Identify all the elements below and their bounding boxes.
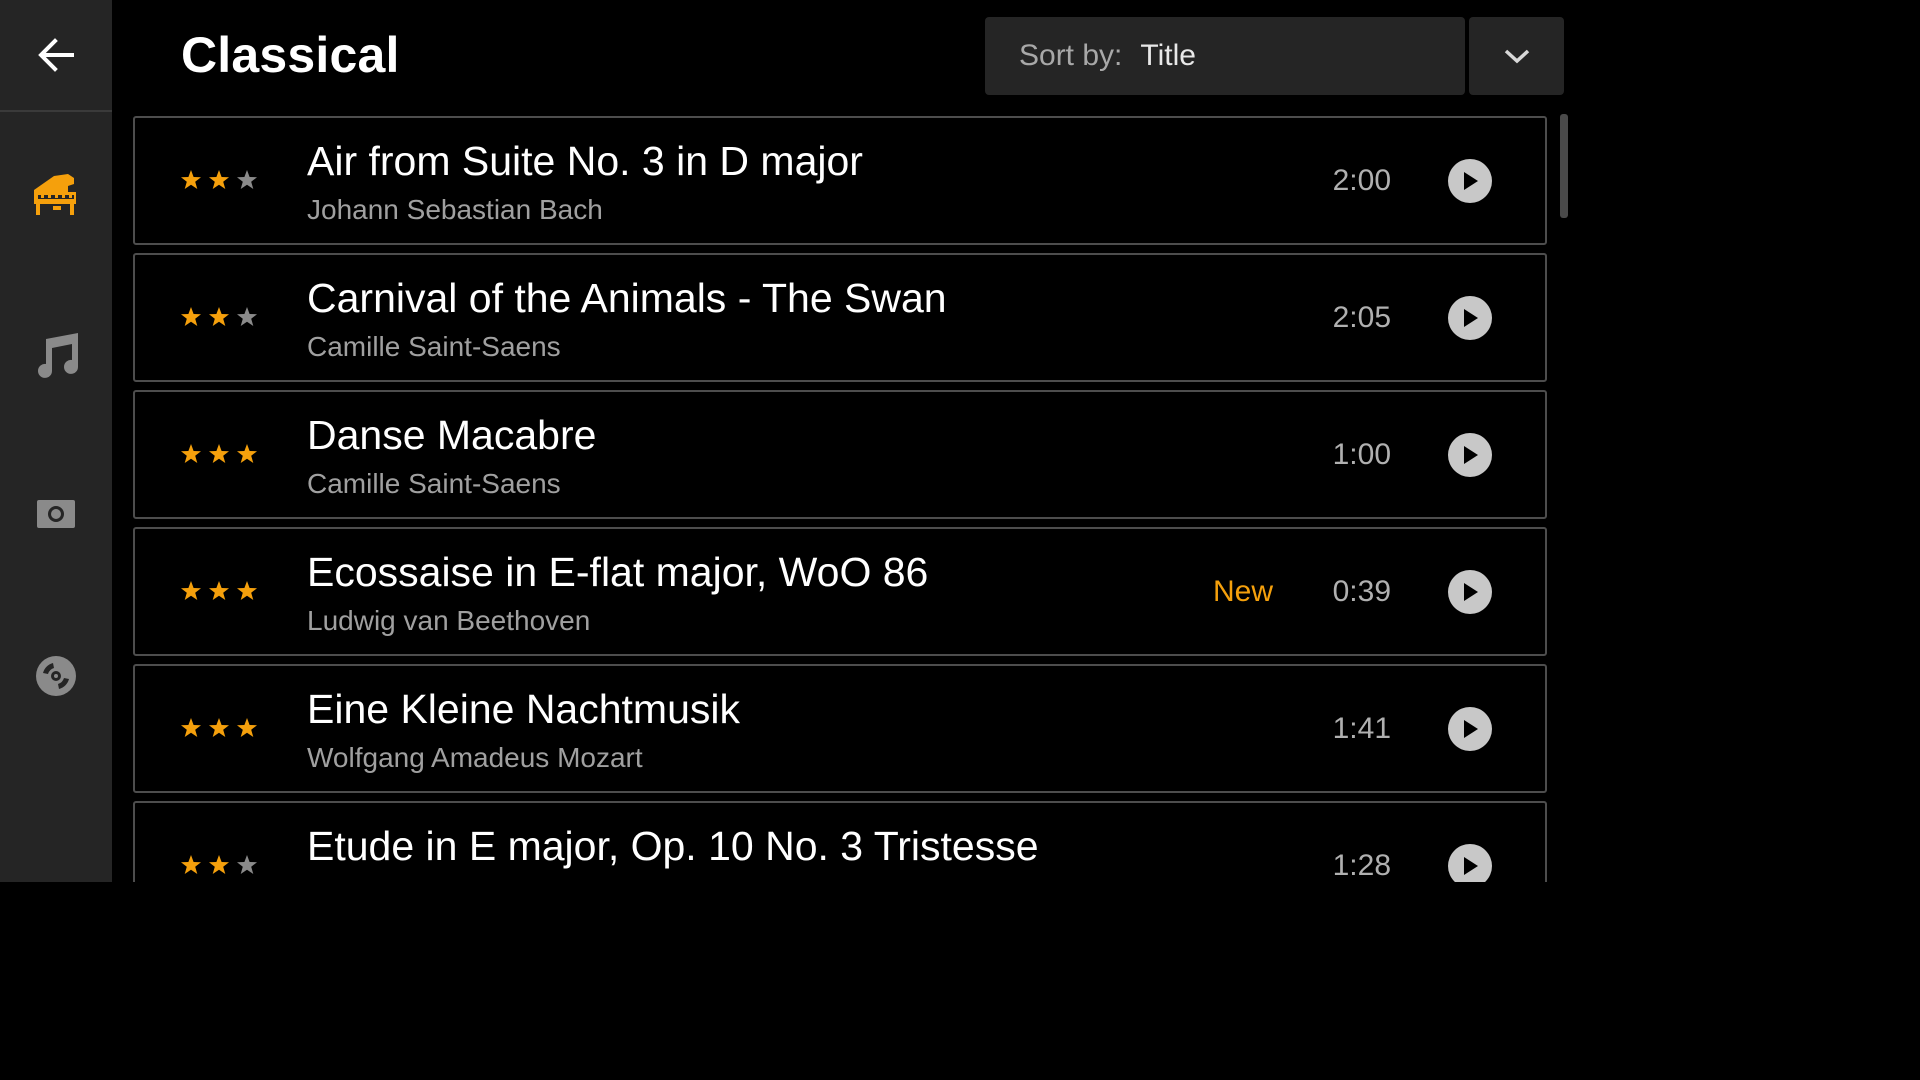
rating-stars — [179, 442, 259, 466]
track-artist: Ludwig van Beethoven — [307, 605, 591, 636]
star-filled-icon — [209, 307, 229, 326]
disc-icon — [36, 656, 76, 696]
track-row[interactable]: Ecossaise in E-flat major, WoO 86 Ludwig … — [133, 527, 1547, 656]
track-title: Eine Kleine Nachtmusik — [307, 686, 740, 732]
track-duration: 1:00 — [1332, 438, 1391, 471]
rating-stars — [179, 716, 259, 740]
track-duration: 1:41 — [1332, 712, 1391, 745]
rating-stars — [179, 168, 259, 192]
play-icon — [1464, 446, 1478, 464]
piano-icon — [34, 174, 76, 215]
chevron-down-icon — [1504, 49, 1529, 64]
rating-stars — [179, 853, 259, 877]
play-icon — [1464, 583, 1478, 601]
play-button[interactable] — [1448, 296, 1492, 340]
play-button[interactable] — [1448, 844, 1492, 882]
sort-dropdown-button[interactable] — [1469, 17, 1564, 95]
track-artist: Johann Sebastian Bach — [307, 194, 603, 225]
star-empty-icon — [237, 170, 257, 189]
star-filled-icon — [237, 444, 257, 463]
star-filled-icon — [181, 581, 201, 600]
star-filled-icon — [209, 170, 229, 189]
star-filled-icon — [237, 581, 257, 600]
play-icon — [1464, 720, 1478, 738]
sort-value: Title — [1140, 39, 1196, 72]
track-row[interactable]: Danse Macabre Camille Saint-Saens 1:00 — [133, 390, 1547, 519]
track-row[interactable]: Eine Kleine Nachtmusik Wolfgang Amadeus M… — [133, 664, 1547, 793]
play-icon — [1464, 172, 1478, 190]
track-artist: Camille Saint-Saens — [307, 468, 561, 499]
star-filled-icon — [181, 718, 201, 737]
star-filled-icon — [181, 170, 201, 189]
play-button[interactable] — [1448, 159, 1492, 203]
track-duration: 1:28 — [1332, 849, 1391, 882]
star-filled-icon — [181, 855, 201, 874]
music-app: Classical Sort by: Title Air from Suite … — [0, 0, 1568, 882]
star-filled-icon — [209, 581, 229, 600]
rating-stars — [179, 305, 259, 329]
star-empty-icon — [237, 307, 257, 326]
camera-icon — [37, 500, 75, 528]
track-title: Air from Suite No. 3 in D major — [307, 138, 863, 184]
track-row[interactable]: Carnival of the Animals - The Swan Camill… — [133, 253, 1547, 382]
star-filled-icon — [237, 718, 257, 737]
star-filled-icon — [181, 307, 201, 326]
sidebar-item-piano[interactable] — [0, 154, 112, 234]
play-button[interactable] — [1448, 570, 1492, 614]
star-empty-icon — [237, 855, 257, 874]
play-button[interactable] — [1448, 433, 1492, 477]
track-artist: Camille Saint-Saens — [307, 331, 561, 362]
track-row[interactable]: Etude in E major, Op. 10 No. 3 Tristesse… — [133, 801, 1547, 882]
star-filled-icon — [209, 444, 229, 463]
sort-label: Sort by: — [1019, 39, 1123, 72]
track-duration: 0:39 — [1332, 575, 1391, 608]
new-badge: New — [1213, 575, 1274, 608]
scrollbar-thumb[interactable] — [1560, 114, 1568, 218]
sort-selector[interactable]: Sort by: Title — [985, 17, 1465, 95]
sidebar-item-disc[interactable] — [0, 636, 112, 716]
sidebar-item-music[interactable] — [0, 314, 112, 394]
arrow-left-icon — [38, 38, 74, 72]
track-artist: Wolfgang Amadeus Mozart — [307, 742, 643, 773]
star-filled-icon — [181, 444, 201, 463]
play-icon — [1464, 857, 1478, 875]
track-title: Etude in E major, Op. 10 No. 3 Tristesse — [307, 823, 1039, 869]
scrollbar[interactable] — [1556, 112, 1568, 882]
sidebar-item-camera[interactable] — [0, 474, 112, 554]
track-duration: 2:00 — [1332, 164, 1391, 197]
back-button[interactable] — [0, 0, 112, 112]
play-button[interactable] — [1448, 707, 1492, 751]
sidebar — [0, 0, 112, 882]
play-icon — [1464, 309, 1478, 327]
track-row[interactable]: Air from Suite No. 3 in D major Johann Se… — [133, 116, 1547, 245]
track-title: Danse Macabre — [307, 412, 597, 458]
rating-stars — [179, 579, 259, 603]
track-duration: 2:05 — [1332, 301, 1391, 334]
track-title: Ecossaise in E-flat major, WoO 86 — [307, 549, 929, 595]
star-filled-icon — [209, 855, 229, 874]
page-title: Classical — [181, 27, 400, 83]
star-filled-icon — [209, 718, 229, 737]
track-title: Carnival of the Animals - The Swan — [307, 275, 947, 321]
music-note-icon — [38, 333, 78, 378]
